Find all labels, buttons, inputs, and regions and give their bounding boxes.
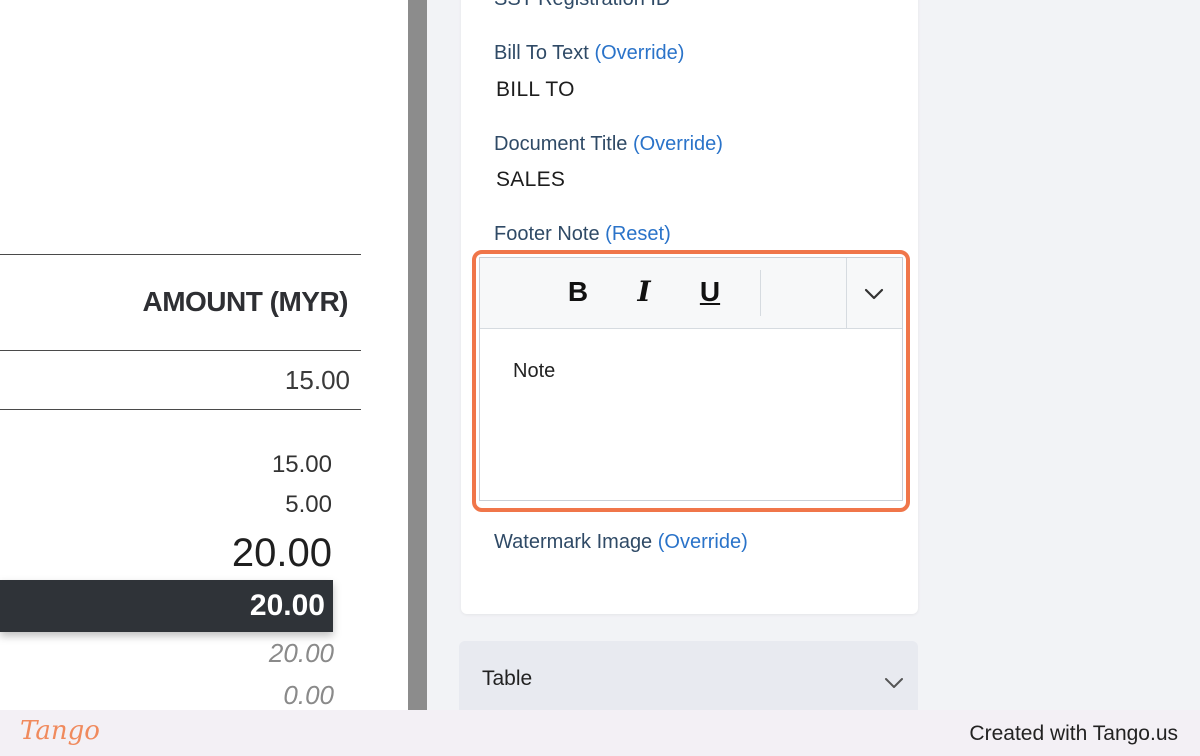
header-rule xyxy=(0,350,361,351)
tango-footer: Tango Created with Tango.us xyxy=(0,710,1200,756)
bill-to-label-text: Bill To Text xyxy=(494,42,589,64)
bill-to-override-link[interactable]: (Override) xyxy=(594,42,684,64)
toolbar-separator xyxy=(846,258,847,328)
subtotal-value: 15.00 xyxy=(271,451,332,478)
watermark-override-link[interactable]: (Override) xyxy=(658,531,748,553)
document-title-override-link[interactable]: (Override) xyxy=(633,133,723,155)
document-title-label: Document Title (Override) xyxy=(494,133,723,156)
created-with-credit: Created with Tango.us xyxy=(969,722,1178,745)
footer-note-reset-link[interactable]: (Reset) xyxy=(605,223,671,245)
line-item-amount: 15.00 xyxy=(284,365,350,395)
gutter xyxy=(427,0,437,710)
italic-button[interactable]: I xyxy=(626,274,662,310)
total-highlight-value: 20.00 xyxy=(249,589,325,622)
amount-column-header: AMOUNT (MYR) xyxy=(142,286,348,317)
sst-registration-label: SST Registration ID xyxy=(494,0,670,11)
tax-value: 5.00 xyxy=(285,491,332,518)
watermark-label-text: Watermark Image xyxy=(494,531,653,553)
chevron-down-icon xyxy=(864,288,884,300)
footer-note-content[interactable]: Note xyxy=(513,360,555,383)
bill-to-label: Bill To Text (Override) xyxy=(494,42,684,65)
tango-logo: Tango xyxy=(20,716,100,746)
document-title-label-text: Document Title xyxy=(494,133,628,155)
watermark-label: Watermark Image (Override) xyxy=(494,531,748,554)
total-highlight-bar: 20.00 xyxy=(0,580,333,632)
footer-note-editor[interactable]: B I U Note xyxy=(479,257,903,501)
bold-button[interactable]: B xyxy=(560,274,596,310)
table-top-rule xyxy=(0,254,361,255)
underline-button[interactable]: U xyxy=(692,274,728,310)
paid-value: 20.00 xyxy=(268,638,334,668)
footer-note-label-text: Footer Note xyxy=(494,223,600,245)
table-section-header[interactable]: Table xyxy=(459,641,918,710)
total-value: 20.00 xyxy=(231,531,332,575)
invoice-preview: AMOUNT (MYR) 15.00 15.00 5.00 20.00 20.0… xyxy=(0,0,408,710)
chevron-down-icon xyxy=(882,675,906,691)
bill-to-value[interactable]: BILL TO xyxy=(496,78,575,102)
pane-splitter[interactable] xyxy=(408,0,427,710)
more-options-button[interactable] xyxy=(856,276,892,312)
footer-note-label: Footer Note (Reset) xyxy=(494,223,671,246)
editor-toolbar: B I U xyxy=(480,258,902,329)
table-section-label: Table xyxy=(482,667,533,690)
table-bottom-rule xyxy=(0,409,361,410)
document-title-value[interactable]: SALES xyxy=(496,168,565,192)
balance-value: 0.00 xyxy=(283,680,334,710)
toolbar-separator xyxy=(760,270,761,316)
